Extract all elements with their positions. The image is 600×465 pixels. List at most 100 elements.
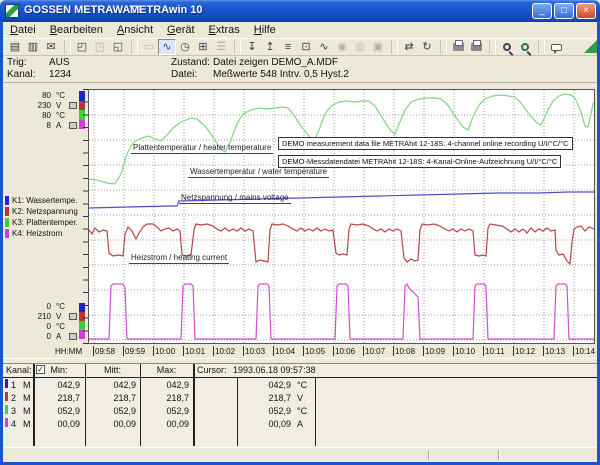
curve-K1 [89, 192, 594, 208]
y-scale-row: 210V [21, 311, 83, 321]
x-tick: 10:02 [213, 346, 243, 357]
table-gridline [33, 364, 35, 446]
y-scale-row: 0°C [21, 301, 83, 311]
table-row-channel-3[interactable]: 3M052,9052,9052,9052,9°C [3, 405, 597, 418]
table-row-channel-1[interactable]: 1M042,9042,9042,9042,9°C [3, 379, 597, 392]
x-tick: 10:00 [153, 346, 183, 357]
toolbar-record-2: ◎ [351, 39, 369, 55]
toolbar-view-list: ☰ [212, 39, 230, 55]
toolbar-separator [489, 40, 496, 54]
toolbar-comment[interactable] [547, 39, 565, 55]
curve-K4 [89, 284, 594, 339]
toolbar-corner-triangle [584, 40, 597, 53]
toolbar-view-table[interactable]: ⊞ [194, 39, 212, 55]
zustand-label: Zustand: [171, 57, 213, 68]
table-gridline [85, 364, 86, 446]
channel-device-icon [69, 313, 77, 320]
menu-item-ansicht[interactable]: Ansicht [110, 23, 160, 37]
x-tick: 10:06 [333, 346, 363, 357]
title-bar[interactable]: GOSSEN METRAWATT METRAwin 10 _ □ × [0, 0, 600, 22]
channel-color-chip [5, 379, 8, 388]
menu-item-bearbeiten[interactable]: Bearbeiten [43, 23, 110, 37]
app-window: GOSSEN METRAWATT METRAwin 10 _ □ × Datei… [0, 0, 600, 465]
toolbar-zoom-in[interactable] [498, 39, 516, 55]
channel-legend: K1: Wassertempe.K2: NetzspannungK3: Plat… [5, 195, 78, 239]
toolbar-device-read[interactable]: ↧ [243, 39, 261, 55]
toolbar-zoom-in-icon [503, 43, 511, 51]
toolbar-export[interactable]: ✉ [42, 39, 60, 55]
x-tick: 10:14 [573, 346, 600, 357]
x-tick: 10:11 [483, 346, 513, 357]
menu-item-gert[interactable]: Gerät [160, 23, 202, 37]
toolbar-zoom-curve[interactable] [516, 39, 534, 55]
toolbar-print[interactable] [449, 39, 467, 55]
toolbar-window-new[interactable]: ◰ [73, 39, 91, 55]
toolbar-window-tile[interactable]: ◱ [109, 39, 127, 55]
minimize-button[interactable]: _ [532, 3, 552, 19]
channel-device-icon [69, 333, 77, 340]
toolbar-device-measure[interactable]: ∿ [315, 39, 333, 55]
toolbar-print-preview[interactable] [467, 39, 485, 55]
toolbar-device-list[interactable]: ≡ [279, 39, 297, 55]
curve-label-wassertemperatur: Wassertemperatur / water temperature [188, 167, 329, 178]
channel-color-chip [5, 418, 8, 427]
y-scale-row: 230V [21, 100, 83, 110]
menu-item-extras[interactable]: Extras [202, 23, 247, 37]
plot-area[interactable]: Plattentemperatur / heater temperature W… [88, 89, 595, 344]
toolbar-file-save[interactable]: ▥ [24, 39, 42, 55]
channel-color-chip [5, 405, 8, 414]
x-tick: 10:12 [513, 346, 543, 357]
x-tick: 10:09 [423, 346, 453, 357]
zustand-value: Datei zeigen DEMO_A.MDF [213, 57, 338, 68]
toolbar-zoom-curve-icon [521, 43, 529, 51]
x-tick: 10:13 [543, 346, 573, 357]
table-gridline [237, 378, 238, 446]
curve-label-heizstrom: Heizstrom / heating current [129, 253, 229, 264]
header-cursor: Cursor: [197, 365, 227, 375]
toolbar-separator [440, 40, 447, 54]
header-kanal: Kanal: [6, 365, 32, 375]
toolbar-device-monitor[interactable]: ⊡ [297, 39, 315, 55]
toolbar-separator [64, 40, 71, 54]
toolbar-device-send[interactable]: ↥ [261, 39, 279, 55]
table-row-channel-2[interactable]: 2M218,7218,7218,7218,7V [3, 392, 597, 405]
maximize-button[interactable]: □ [554, 3, 574, 19]
menu-item-datei[interactable]: Datei [3, 23, 43, 37]
menu-item-hilfe[interactable]: Hilfe [247, 23, 283, 37]
datei-label: Datei: [171, 69, 213, 80]
table-gridline [193, 364, 195, 446]
app-icon [5, 4, 19, 18]
toolbar-file-open[interactable]: ▤ [6, 39, 24, 55]
toolbar-view-yt-chart[interactable]: ∿ [158, 39, 176, 55]
x-axis-label: HH:MM [55, 347, 82, 356]
close-button[interactable]: × [576, 3, 596, 19]
table-header: Kanal: ✓ Min: Mitt: Max: Cursor: 1993.06… [3, 364, 597, 378]
kanal-value: 1234 [49, 69, 71, 80]
toolbar-drag-mode[interactable]: ⇄ [400, 39, 418, 55]
table-row-channel-4[interactable]: 4M00,0900,0900,0900,09A [3, 418, 597, 431]
toolbar-comment-icon [551, 44, 562, 51]
channel-device-icon [69, 102, 77, 109]
annotation-box-english: DEMO measurement data file METRAhit 12-1… [278, 137, 573, 150]
legend-item: K1: Wassertempe. [5, 195, 78, 206]
statusbar-separator [428, 450, 429, 460]
toolbar-view-text: ▭ [140, 39, 158, 55]
toolbar-record-3: ▣ [369, 39, 387, 55]
legend-color-chip [5, 229, 9, 238]
x-tick: 09:59 [123, 346, 153, 357]
y-scale-top: 80°C230V80°C8A [21, 90, 83, 130]
menu-bar: DateiBearbeitenAnsichtGerätExtrasHilfe [3, 22, 597, 38]
info-bar: Trig:AUS Kanal:1234 Zustand:Datei zeigen… [3, 56, 597, 82]
chart-panel: 80°C230V80°C8A 0°C210V0°C0A K1: Wasserte… [3, 82, 597, 358]
trig-label: Trig: [7, 57, 49, 68]
x-tick: 10:08 [393, 346, 423, 357]
toolbar: ▤▥✉◰◳◱▭∿◷⊞☰↧↥≡⊡∿◉◎▣⇄↻ [3, 38, 597, 56]
x-tick: 09:58 [93, 346, 123, 357]
toolbar-view-gauge[interactable]: ◷ [176, 39, 194, 55]
toolbar-print-preview-icon [471, 43, 482, 51]
header-cursor-date: 1993.06.18 09:57:38 [233, 365, 316, 375]
toolbar-replay[interactable]: ↻ [418, 39, 436, 55]
legend-color-chip [5, 196, 9, 205]
legend-item: K3: Plattentemper. [5, 217, 78, 228]
plot-svg [89, 90, 594, 343]
